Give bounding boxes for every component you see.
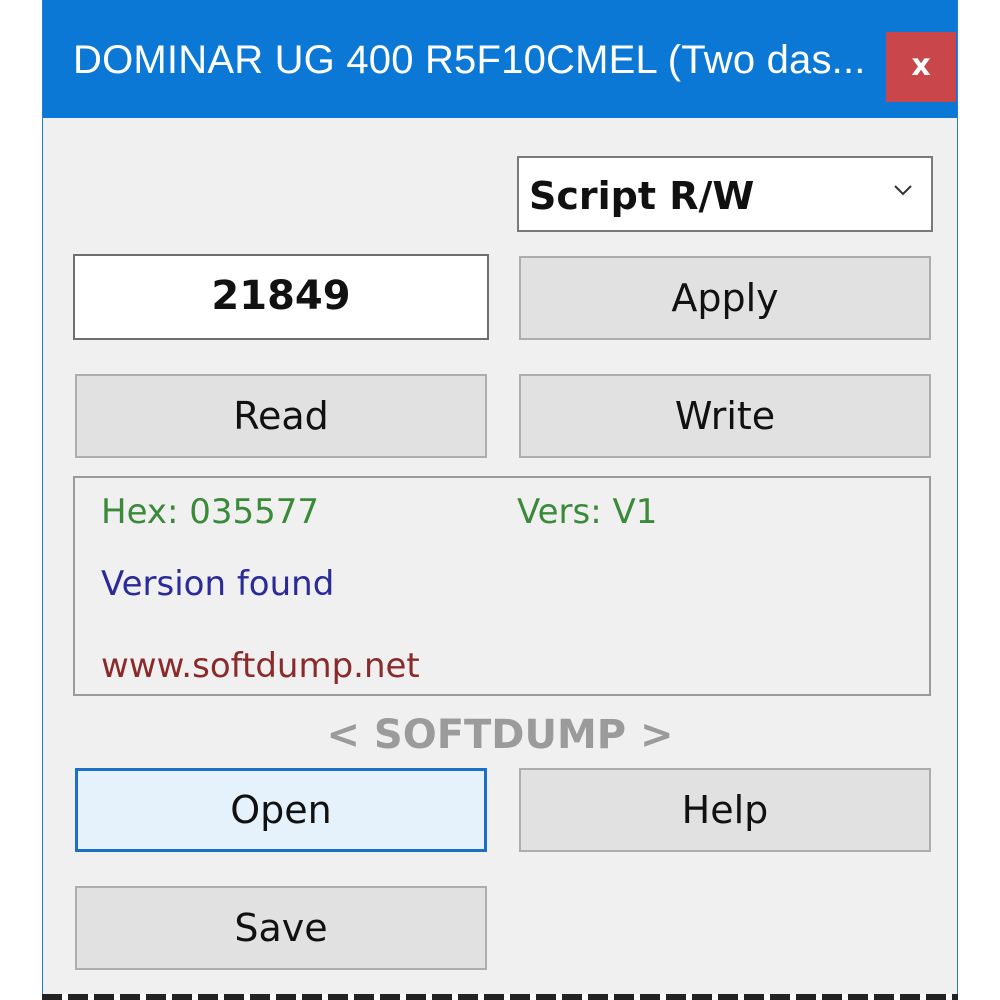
window-title: DOMINAR UG 400 R5F10CMEL (Two das... (73, 38, 866, 82)
app-window: DOMINAR UG 400 R5F10CMEL (Two das... x S… (42, 0, 958, 1000)
write-button[interactable]: Write (519, 374, 931, 458)
save-button[interactable]: Save (75, 886, 487, 970)
title-bar[interactable]: DOMINAR UG 400 R5F10CMEL (Two das... x (43, 0, 957, 118)
window-bottom-edge (42, 994, 958, 1000)
info-panel: Hex: 035577 Vers: V1 Version found www.s… (73, 476, 931, 696)
close-icon: x (911, 48, 931, 83)
value-input[interactable]: 21849 (73, 254, 489, 340)
close-button[interactable]: x (886, 32, 956, 102)
version-readout: Vers: V1 (517, 492, 658, 532)
website-link[interactable]: www.softdump.net (101, 646, 420, 686)
mode-select-value: Script R/W (529, 174, 755, 218)
mode-select[interactable]: Script R/W (517, 156, 933, 232)
hex-readout: Hex: 035577 (101, 492, 320, 532)
brand-label: < SOFTDUMP > (326, 712, 674, 758)
read-button[interactable]: Read (75, 374, 487, 458)
open-button[interactable]: Open (75, 768, 487, 852)
help-button[interactable]: Help (519, 768, 931, 852)
chevron-down-icon (894, 185, 912, 196)
status-message: Version found (101, 564, 335, 604)
apply-button[interactable]: Apply (519, 256, 931, 340)
